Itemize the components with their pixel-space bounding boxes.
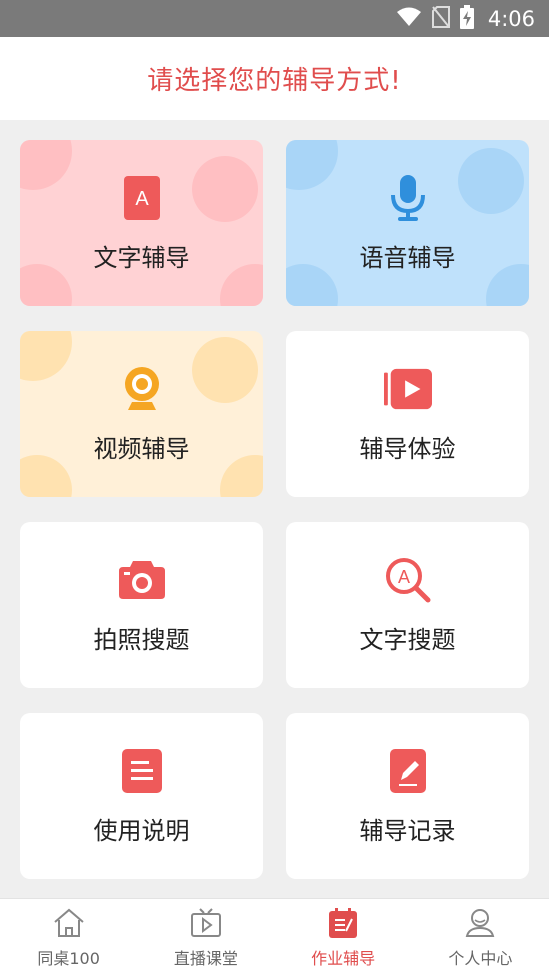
edit-note-icon — [384, 747, 432, 795]
tab-live-class[interactable]: 直播课堂 — [137, 899, 274, 977]
card-photo-search[interactable]: 拍照搜题 — [20, 522, 263, 688]
status-time: 4:06 — [487, 6, 535, 31]
tab-label: 作业辅导 — [311, 949, 376, 968]
card-label: 使用说明 — [93, 817, 190, 845]
card-label: 文字搜题 — [359, 626, 456, 654]
home-icon — [52, 907, 86, 939]
card-label: 视频辅导 — [93, 435, 190, 463]
wifi-icon — [396, 7, 422, 31]
tab-homework-tutoring[interactable]: 作业辅导 — [275, 899, 412, 977]
status-bar: 4:06 — [0, 0, 549, 37]
card-instructions[interactable]: 使用说明 — [20, 713, 263, 879]
no-sim-icon — [431, 5, 450, 32]
text-a-icon: A — [118, 174, 166, 222]
svg-text:A: A — [397, 567, 409, 587]
card-label: 文字辅导 — [93, 244, 190, 272]
card-video-tutoring[interactable]: 视频辅导 — [20, 331, 263, 497]
homework-icon — [326, 907, 360, 939]
page-header: 请选择您的辅导方式! — [0, 37, 549, 120]
person-icon — [463, 907, 497, 939]
card-label: 辅导记录 — [359, 817, 456, 845]
card-label: 语音辅导 — [359, 244, 456, 272]
tab-label: 同桌100 — [37, 949, 100, 968]
card-voice-tutoring[interactable]: 语音辅导 — [286, 140, 529, 306]
camera-icon — [118, 556, 166, 604]
battery-charging-icon — [459, 4, 474, 33]
card-tutoring-trial[interactable]: 辅导体验 — [286, 331, 529, 497]
tab-label: 直播课堂 — [173, 949, 238, 968]
document-icon — [118, 747, 166, 795]
tab-label: 个人中心 — [448, 949, 513, 968]
tab-profile[interactable]: 个人中心 — [412, 899, 549, 977]
webcam-icon — [118, 365, 166, 413]
tv-play-icon — [189, 907, 223, 939]
search-a-icon: A — [384, 556, 432, 604]
tab-home[interactable]: 同桌100 — [0, 899, 137, 977]
svg-text:A: A — [135, 188, 149, 210]
bottom-tab-bar: 同桌100 直播课堂 作业辅导 个人中心 — [0, 898, 549, 977]
card-label: 辅导体验 — [359, 435, 456, 463]
microphone-icon — [384, 174, 432, 222]
card-text-tutoring[interactable]: A 文字辅导 — [20, 140, 263, 306]
card-text-search[interactable]: A 文字搜题 — [286, 522, 529, 688]
status-icons: 4:06 — [396, 4, 535, 33]
page-title: 请选择您的辅导方式! — [147, 66, 402, 96]
card-tutoring-records[interactable]: 辅导记录 — [286, 713, 529, 879]
video-play-icon — [383, 365, 432, 413]
card-label: 拍照搜题 — [93, 626, 190, 654]
